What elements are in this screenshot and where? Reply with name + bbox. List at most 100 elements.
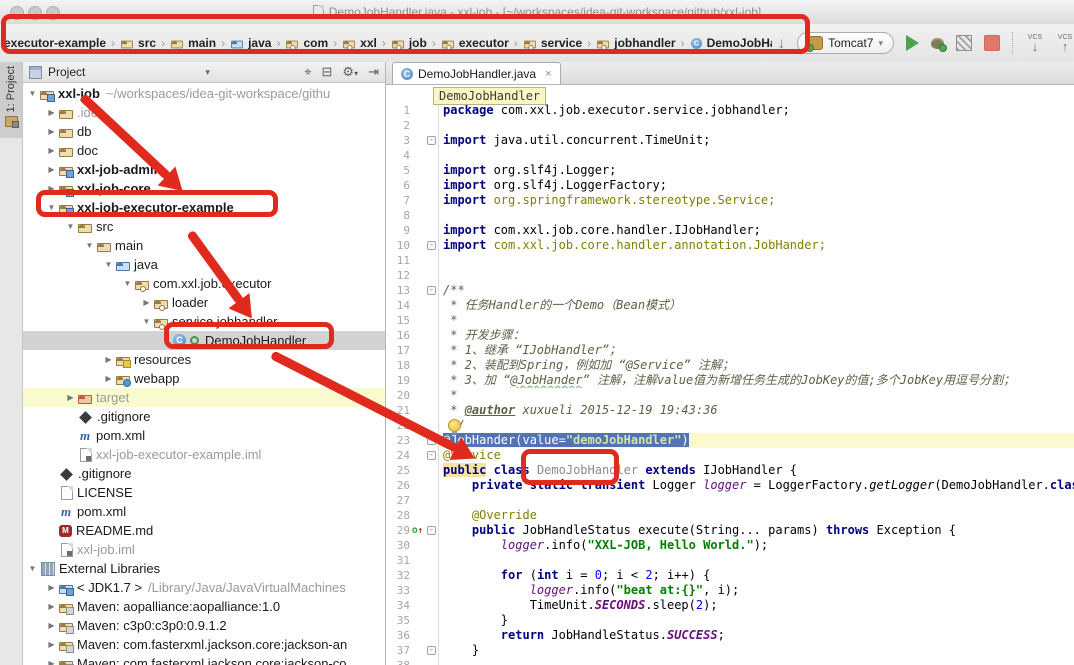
tree-item-label: target [96,390,129,405]
annotation-box-executor-example [36,190,278,217]
tree-item-README.md[interactable]: MREADME.md [23,521,385,540]
collapsed-arrow-icon[interactable]: ▶ [46,146,57,155]
hide-panel-icon[interactable]: ⇥ [368,64,379,80]
line-number: 25 [386,463,410,478]
project-tree: ▼xxl-job~/workspaces/idea-git-workspace/… [23,84,385,665]
coverage-button[interactable] [956,35,972,51]
collapsed-arrow-icon[interactable]: ▶ [103,355,114,364]
tree-item-Maven-com.fasterxml.jackson.core-jackson-an[interactable]: ▶Maven: com.fasterxml.jackson.core:jacks… [23,635,385,654]
expanded-arrow-icon[interactable]: ▼ [65,222,76,231]
line-number: 18 [386,358,410,373]
tree-item-.gitignore[interactable]: .gitignore [23,464,385,483]
collapse-all-icon[interactable]: ⊟ [322,64,333,80]
fold-marker-icon[interactable]: - [427,241,436,250]
intention-bulb-icon[interactable] [448,419,461,432]
tree-item-LICENSE[interactable]: LICENSE [23,483,385,502]
tree-item-xxl-job-admin[interactable]: ▶xxl-job-admin [23,160,385,179]
expanded-arrow-icon[interactable]: ▼ [141,317,152,326]
tree-item-loader[interactable]: ▶ loader [23,293,385,312]
code-text: /** [438,283,1074,298]
line-number: 4 [386,148,410,163]
tree-item-xxl-job-executor-example.iml[interactable]: xxl-job-executor-example.iml [23,445,385,464]
fold-marker-icon[interactable]: - [427,646,436,655]
run-configuration-select[interactable]: Tomcat7 ▾ [797,32,894,54]
fold-marker-icon[interactable]: - [427,286,436,295]
tree-item-Maven-c3p0-c3p0-0.9.1.2[interactable]: ▶Maven: c3p0:c3p0:0.9.1.2 [23,616,385,635]
vcs-update-button[interactable]: VCS ↓ [1026,34,1044,53]
tree-item-com.xxl.job.executor[interactable]: ▼com.xxl.job.executor [23,274,385,293]
collapsed-arrow-icon[interactable]: ▶ [46,621,57,630]
tree-item-label: java [134,257,158,272]
code-line-8: 8 [386,208,1074,223]
collapsed-arrow-icon[interactable]: ▶ [46,165,57,174]
locate-icon[interactable]: ⌖ [304,64,311,80]
vcs-update-icon: ↓ [1032,40,1039,53]
line-number: 17 [386,343,410,358]
tree-item-target[interactable]: ▶ target [23,388,385,407]
code-text: } [438,613,1074,628]
line-number: 31 [386,553,410,568]
tree-item-label: loader [172,295,208,310]
code-line-2: 2 [386,118,1074,133]
tree-item-doc[interactable]: ▶doc [23,141,385,160]
run-button[interactable] [906,35,919,51]
run-configuration-label: Tomcat7 [828,36,873,50]
project-tool-window-tab[interactable]: 1: Project [0,62,22,138]
collapsed-arrow-icon[interactable]: ▶ [46,127,57,136]
fold-marker-icon[interactable]: - [427,451,436,460]
collapsed-arrow-icon[interactable]: ▶ [46,659,57,665]
debug-button[interactable] [931,38,944,49]
mavenlib-icon [59,642,73,651]
tree-item-Maven-com.fasterxml.jackson.core-jackson-co[interactable]: ▶Maven: com.fasterxml.jackson.core:jacks… [23,654,385,665]
vcs-commit-icon: ↑ [1062,40,1069,53]
code-text: import com.xxl.job.core.handler.annotati… [438,238,1074,253]
toolbar-separator [1012,32,1014,54]
tree-item-src[interactable]: ▼src [23,217,385,236]
project-panel: Project ▾ ⌖ ⊟ ⚙▾ ⇥ ▼xxl-job~/workspaces/… [23,62,386,665]
code-line-32: 32 for (int i = 0; i < 2; i++) { [386,568,1074,583]
code-text [438,118,1074,133]
fold-marker-icon[interactable]: - [427,136,436,145]
tree-item-pom.xml[interactable]: mpom.xml [23,426,385,445]
tree-item-External-Libraries[interactable]: ▼External Libraries [23,559,385,578]
maven-icon: m [78,428,92,444]
collapsed-arrow-icon[interactable]: ▶ [103,374,114,383]
tree-item-.idea[interactable]: ▶.idea [23,103,385,122]
tree-item-xxl-job.iml[interactable]: xxl-job.iml [23,540,385,559]
close-icon[interactable]: × [545,68,551,80]
stop-button[interactable] [984,35,1000,51]
line-number: 20 [386,388,410,403]
tree-item-db[interactable]: ▶db [23,122,385,141]
override-method-icon[interactable]: o↑ [412,525,423,536]
tree-item--JDK1.7-[interactable]: ▶< JDK1.7 >/Library/Java/JavaVirtualMach… [23,578,385,597]
project-panel-icon [29,66,42,79]
tree-item-pom.xml[interactable]: mpom.xml [23,502,385,521]
editor-tab[interactable]: C DemoJobHandler.java × [392,62,561,84]
tree-item-xxl-job[interactable]: ▼xxl-job~/workspaces/idea-git-workspace/… [23,84,385,103]
expanded-arrow-icon[interactable]: ▼ [27,564,38,573]
expanded-arrow-icon[interactable]: ▼ [27,89,38,98]
tree-item-.gitignore[interactable]: .gitignore [23,407,385,426]
collapsed-arrow-icon[interactable]: ▶ [65,393,76,402]
collapsed-arrow-icon[interactable]: ▶ [46,602,57,611]
tree-item-Maven-aopalliance-aopalliance-1.0[interactable]: ▶Maven: aopalliance:aopalliance:1.0 [23,597,385,616]
code-line-34: 34 TimeUnit.SECONDS.sleep(2); [386,598,1074,613]
gear-icon[interactable]: ⚙▾ [342,64,358,80]
code-line-29: 29o↑- public JobHandleStatus execute(Str… [386,523,1074,538]
expanded-arrow-icon[interactable]: ▼ [84,241,95,250]
chevron-down-icon[interactable]: ▾ [205,67,210,78]
tree-item-resources[interactable]: ▶resources [23,350,385,369]
expanded-arrow-icon[interactable]: ▼ [103,260,114,269]
line-number: 2 [386,118,410,133]
collapsed-arrow-icon[interactable]: ▶ [46,108,57,117]
code-line-36: 36 return JobHandleStatus.SUCCESS; [386,628,1074,643]
mavenlib-icon [59,604,73,613]
collapsed-arrow-icon[interactable]: ▶ [46,583,57,592]
code-line-21: 21 * @author xuxueli 2015-12-19 19:43:36 [386,403,1074,418]
collapsed-arrow-icon[interactable]: ▶ [46,640,57,649]
code-area[interactable]: 1package com.xxl.job.executor.service.jo… [386,103,1074,665]
collapsed-arrow-icon[interactable]: ▶ [141,298,152,307]
fold-marker-icon[interactable]: - [427,526,436,535]
vcs-commit-button[interactable]: VCS ↑ [1056,34,1074,53]
expanded-arrow-icon[interactable]: ▼ [122,279,133,288]
